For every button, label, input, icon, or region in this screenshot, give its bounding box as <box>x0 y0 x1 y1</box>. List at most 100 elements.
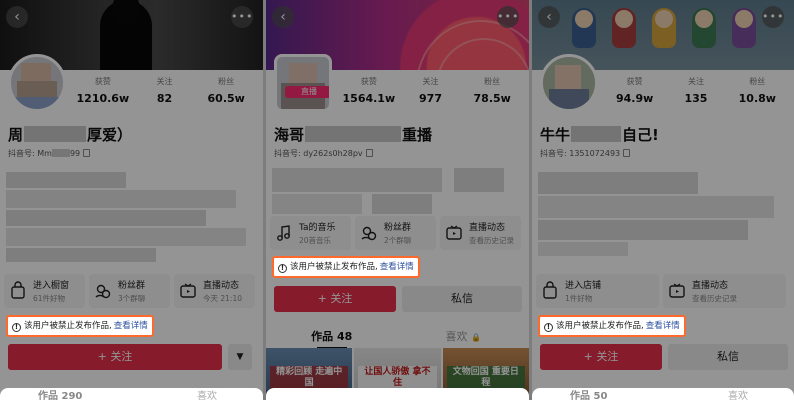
profile-name: 牛牛 自己! <box>540 124 659 145</box>
live-badge: 直播 <box>285 86 329 98</box>
fan-group-entry[interactable]: 粉丝群 3个群聊 <box>89 274 170 308</box>
more-icon[interactable]: ••• <box>231 6 253 28</box>
stat-likes[interactable]: 获赞 1564.1w <box>338 76 400 105</box>
tool-subtitle: 20首音乐 <box>299 236 332 245</box>
tab-works[interactable]: 作品 50 <box>570 387 607 400</box>
back-icon[interactable]: ‹ <box>538 6 560 28</box>
group-icon <box>93 281 113 301</box>
stat-followers[interactable]: 粉丝 78.5w <box>461 76 523 105</box>
tool-title: 直播动态 <box>692 281 729 291</box>
live-history-entry[interactable]: 直播动态 查看历史记录 <box>440 216 521 250</box>
warning-icon: ! <box>12 323 21 332</box>
stat-label: 关注 <box>156 77 173 86</box>
thumbnail-caption: 精彩回顾 走遍中国 <box>270 366 349 390</box>
stat-following[interactable]: 关注 82 <box>134 76 196 105</box>
copy-icon[interactable] <box>623 149 631 157</box>
stat-likes[interactable]: 获赞 94.9w <box>604 76 665 105</box>
shopping-bag-icon <box>540 281 560 301</box>
view-details-link[interactable]: 查看详情 <box>380 262 414 272</box>
stat-value: 135 <box>684 92 708 105</box>
ban-notice: ! 该用户被禁止发布作品, 查看详情 <box>538 315 686 337</box>
bottom-sheet-edge <box>266 388 529 400</box>
live-tv-icon <box>667 281 687 301</box>
follow-button[interactable]: + 关注 <box>540 344 662 370</box>
stat-value: 78.5w <box>473 92 511 105</box>
stats-row: 获赞 94.9w 关注 135 粉丝 10.8w <box>604 76 788 105</box>
copy-icon[interactable] <box>83 149 91 157</box>
bio-redaction <box>272 168 510 220</box>
tool-title: Ta的音乐 <box>299 223 336 233</box>
shop-window-entry[interactable]: 进入橱窗 61件好物 <box>4 274 85 308</box>
avatar[interactable] <box>8 54 66 112</box>
tool-title: 粉丝群 <box>384 223 412 233</box>
tool-title: 直播动态 <box>203 281 240 291</box>
copy-icon[interactable] <box>365 149 373 157</box>
follow-button[interactable]: + 关注 <box>8 344 222 370</box>
id-redaction <box>51 149 70 157</box>
thumbnail-caption: 让国人骄傲 拿不住 <box>358 366 437 390</box>
chevron-down-icon[interactable]: ▼ <box>228 344 252 370</box>
stat-likes[interactable]: 获赞 1210.6w <box>72 76 134 105</box>
tool-title: 直播动态 <box>469 223 506 233</box>
tab-works[interactable]: 作品 48 <box>266 324 398 350</box>
more-icon[interactable]: ••• <box>497 6 519 28</box>
message-button[interactable]: 私信 <box>402 286 522 312</box>
tool-subtitle: 1件好物 <box>565 294 593 303</box>
name-prefix: 周 <box>8 126 24 144</box>
live-tv-icon <box>178 281 198 301</box>
content-tabs: 作品 48 喜欢 🔒 <box>266 324 529 350</box>
back-icon[interactable]: ‹ <box>6 6 28 28</box>
stat-following[interactable]: 关注 977 <box>400 76 462 105</box>
avatar[interactable]: 直播 <box>274 54 332 112</box>
shopping-bag-icon <box>8 281 28 301</box>
profile-name: 周 厚爱） <box>8 124 132 145</box>
silhouette-figure <box>100 0 152 70</box>
stat-label: 关注 <box>687 77 704 86</box>
follow-button[interactable]: + 关注 <box>274 286 396 312</box>
fan-group-entry[interactable]: 粉丝群 2个群聊 <box>355 216 436 250</box>
name-suffix: 自己! <box>622 126 659 144</box>
group-icon <box>359 223 379 243</box>
feature-row: Ta的音乐 20首音乐 粉丝群 2个群聊 直播动态 查看历史记录 <box>270 216 525 250</box>
account-id-prefix: 抖音号: Mm <box>8 149 52 158</box>
stat-followers[interactable]: 粉丝 60.5w <box>195 76 257 105</box>
ban-text: 该用户被禁止发布作品, <box>556 321 644 331</box>
stats-row: 获赞 1564.1w 关注 977 粉丝 78.5w <box>338 76 523 105</box>
stat-label: 粉丝 <box>749 77 766 86</box>
tool-title: 进入店铺 <box>565 281 602 291</box>
account-id-text: 抖音号: 1351072493 <box>540 149 621 158</box>
name-prefix: 牛牛 <box>540 126 571 144</box>
name-redaction <box>305 126 402 142</box>
bio-redaction <box>538 172 776 264</box>
music-entry[interactable]: Ta的音乐 20首音乐 <box>270 216 351 250</box>
account-id: 抖音号: dy262s0h28pv <box>274 148 373 159</box>
view-details-link[interactable]: 查看详情 <box>114 321 148 331</box>
tool-subtitle: 查看历史记录 <box>692 294 737 303</box>
shop-entry[interactable]: 进入店铺 1件好物 <box>536 274 659 308</box>
tab-likes[interactable]: 喜欢 <box>197 387 217 400</box>
thumbnail-caption: 文物回国 重要日程 <box>446 366 525 390</box>
tab-likes[interactable]: 喜欢 🔒 <box>398 324 530 350</box>
live-history-entry[interactable]: 直播动态 今天 21:10 <box>174 274 255 308</box>
live-tv-icon <box>444 223 464 243</box>
live-history-entry[interactable]: 直播动态查看历史记录 <box>663 274 786 308</box>
back-icon[interactable]: ‹ <box>272 6 294 28</box>
ban-notice: ! 该用户被禁止发布作品, 查看详情 <box>6 315 154 337</box>
stat-followers[interactable]: 粉丝 10.8w <box>727 76 788 105</box>
avatar[interactable] <box>540 54 598 112</box>
more-icon[interactable]: ••• <box>762 6 784 28</box>
profile-sheet: 获赞 1210.6w 关注 82 粉丝 60.5w 周 厚爱） 抖音号: Mm 99 进入… <box>0 54 263 400</box>
stat-label: 粉丝 <box>218 77 235 86</box>
bottom-tab-bar: 作品 50 喜欢 <box>532 388 794 400</box>
music-note-icon <box>274 223 294 243</box>
tab-works[interactable]: 作品 290 <box>38 387 82 400</box>
message-button[interactable]: 私信 <box>668 344 788 370</box>
feature-row: 进入店铺 1件好物 直播动态查看历史记录 <box>536 274 790 308</box>
tool-subtitle: 2个群聊 <box>384 236 412 245</box>
warning-icon: ! <box>544 323 553 332</box>
stat-following[interactable]: 关注 135 <box>665 76 726 105</box>
view-details-link[interactable]: 查看详情 <box>646 321 680 331</box>
stat-label: 获赞 <box>94 77 111 86</box>
name-redaction <box>24 126 87 142</box>
tab-likes[interactable]: 喜欢 <box>728 387 748 400</box>
